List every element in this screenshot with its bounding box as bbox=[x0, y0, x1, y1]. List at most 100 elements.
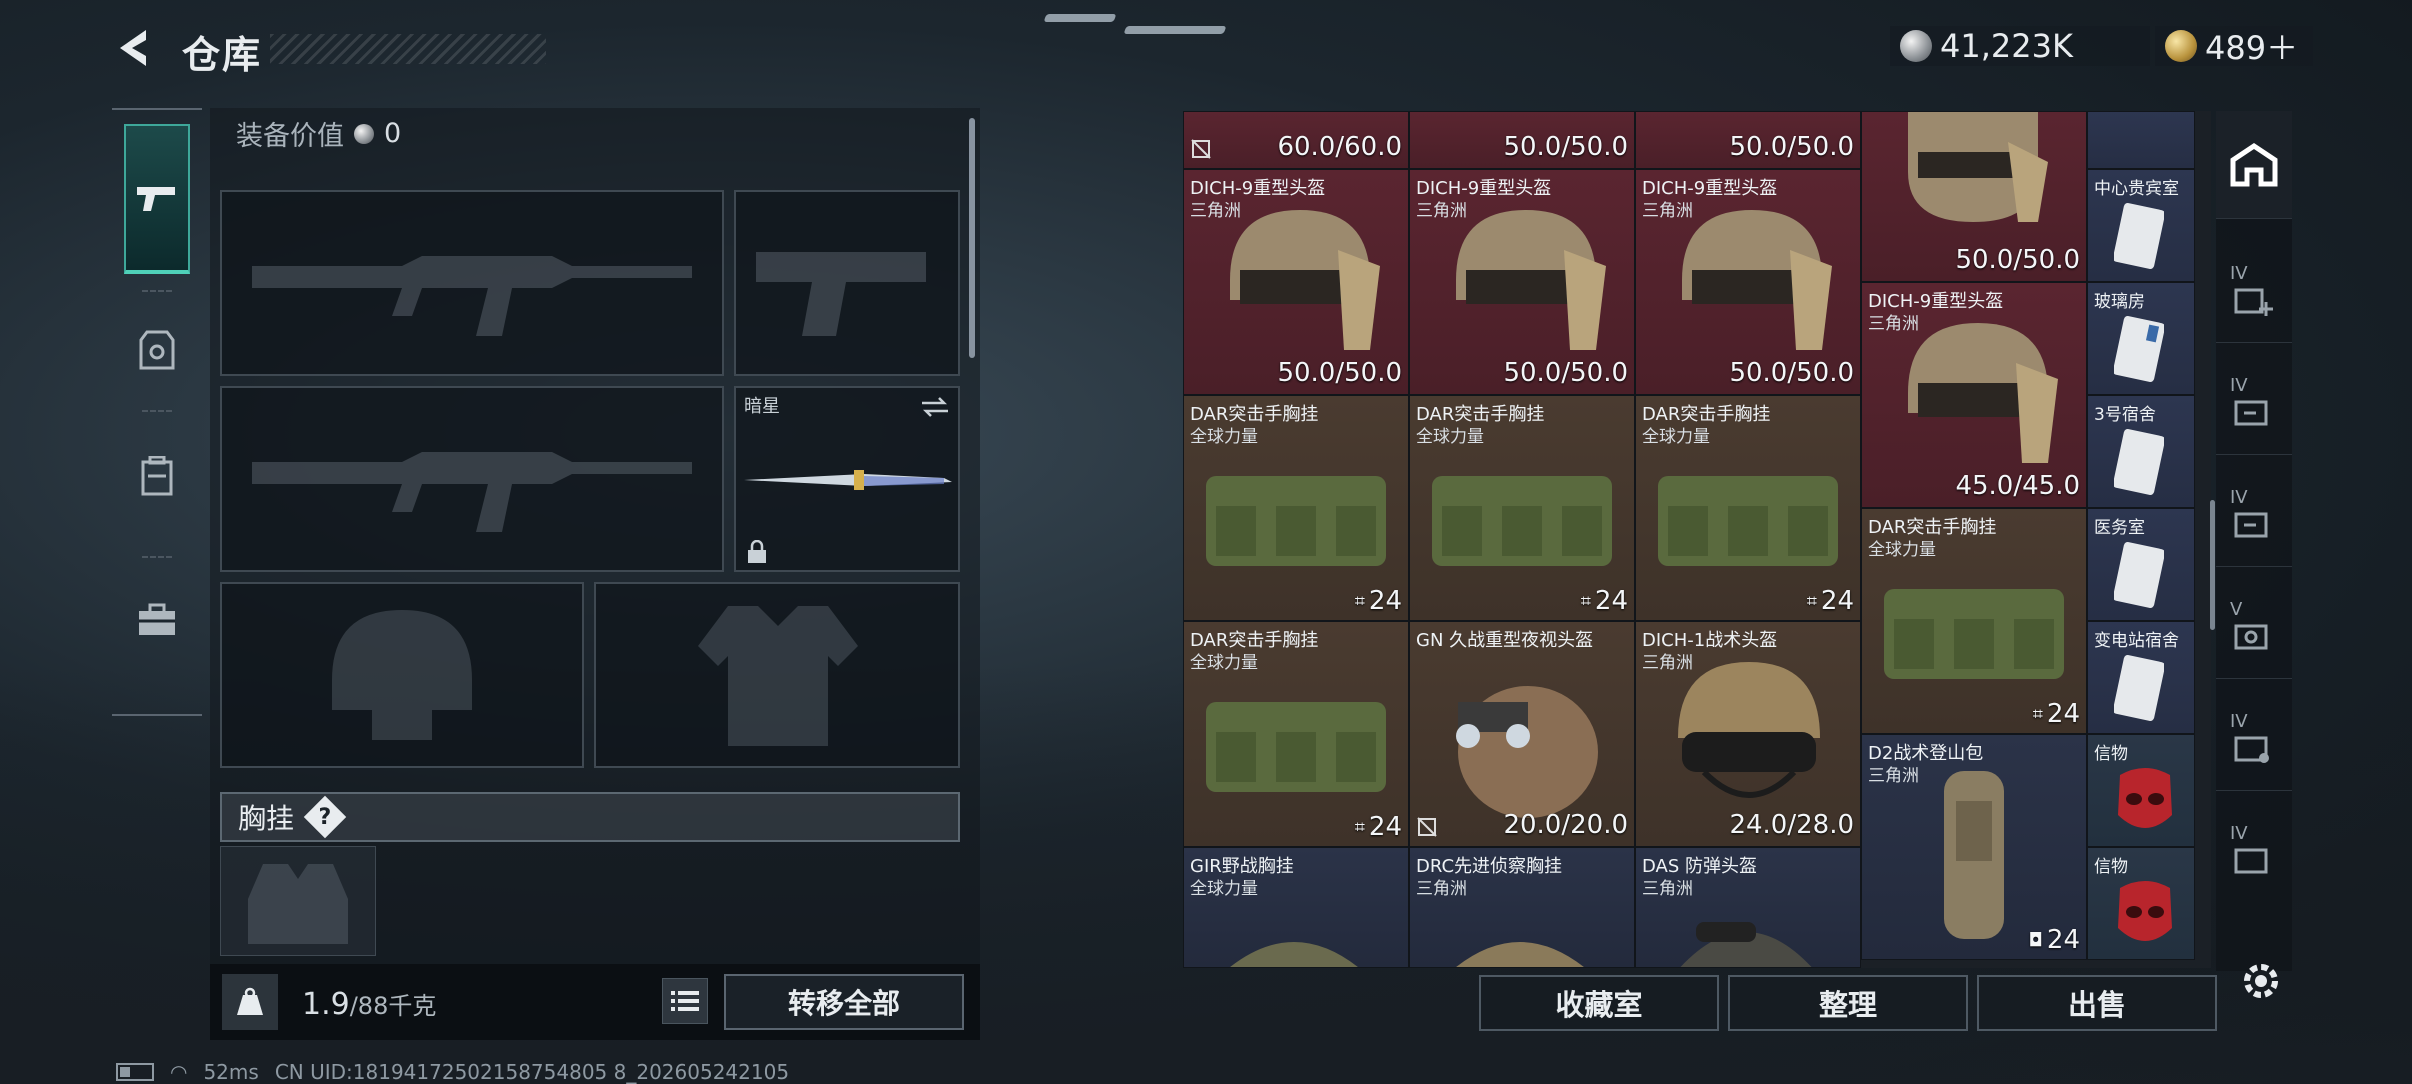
stash-key[interactable]: 中心贵宾室 bbox=[2087, 169, 2195, 282]
tab-stash-iv-add[interactable]: IV bbox=[2216, 243, 2292, 343]
gold-currency[interactable]: 489＋ bbox=[2155, 26, 2313, 67]
list-view-button[interactable] bbox=[662, 978, 708, 1024]
nav-weapons[interactable] bbox=[124, 124, 190, 274]
stash-item-helmet[interactable]: GN 久战重型夜视头盔 20.0/20.0 bbox=[1409, 621, 1635, 847]
weight-max: /88千克 bbox=[349, 992, 437, 1020]
stash-item-rig[interactable]: DAR突击手胸挂 全球力量 ⌗ 24 bbox=[1183, 395, 1409, 621]
durability: 50.0/50.0 bbox=[1503, 132, 1628, 162]
tab-stash-iv-3[interactable]: IV bbox=[2216, 467, 2292, 567]
tier-label: IV bbox=[2230, 823, 2248, 844]
chest-rig-icon bbox=[1658, 476, 1838, 566]
uid-text: CN UID:18194172502158754805 8_2026052421… bbox=[274, 1060, 790, 1084]
transfer-all-button[interactable]: 转移全部 bbox=[724, 974, 964, 1030]
stash-item-rig[interactable]: DAR突击手胸挂 全球力量 ⌗ 24 bbox=[1635, 395, 1861, 621]
tier-label: IV bbox=[2230, 487, 2248, 508]
stash-item-helmet[interactable]: DICH-9重型头盔 三角洲 50.0/50.0 bbox=[1409, 169, 1635, 395]
rifle-silhouette-icon bbox=[252, 452, 692, 532]
back-arrow-icon[interactable] bbox=[112, 26, 156, 70]
stash-item[interactable]: 60.0/60.0 bbox=[1183, 111, 1409, 169]
stash-home-icon bbox=[2230, 142, 2278, 186]
stash-key[interactable]: 3号宿舍 bbox=[2087, 395, 2195, 508]
keycard-icon bbox=[2114, 542, 2164, 608]
help-icon[interactable]: ? bbox=[303, 795, 347, 839]
stash-key[interactable]: 玻璃房 bbox=[2087, 282, 2195, 395]
settings-gear-icon[interactable] bbox=[2236, 956, 2286, 1006]
stash-box-icon bbox=[2234, 400, 2268, 425]
silver-currency[interactable]: 41,223K bbox=[1890, 26, 2150, 66]
stash-item-rig[interactable]: GIR野战胸挂 全球力量 bbox=[1183, 847, 1409, 968]
gold-amount: 489＋ bbox=[2205, 29, 2299, 67]
key-name: 医务室 bbox=[2094, 518, 2145, 538]
stash-token[interactable]: 信物 bbox=[2087, 734, 2195, 847]
helmet-icon bbox=[1456, 210, 1606, 350]
helmet-silhouette-icon bbox=[332, 610, 472, 740]
weight-bar: 1.9/88千克 转移全部 bbox=[210, 964, 980, 1040]
pistol-slot[interactable] bbox=[734, 190, 960, 376]
tab-stash-iv-5[interactable]: IV bbox=[2216, 803, 2292, 903]
stash-item-rig[interactable]: DAR突击手胸挂 全球力量 ⌗ 24 bbox=[1409, 395, 1635, 621]
left-category-nav bbox=[112, 108, 202, 716]
nav-case[interactable] bbox=[124, 570, 190, 670]
stash-grid: 60.0/60.0 50.0/50.0 50.0/50.0 50.0/50.0 … bbox=[1183, 111, 2211, 968]
stash-item-helmet[interactable]: DAS 防弹头盔 三角洲 bbox=[1635, 847, 1861, 968]
chest-rig-icon bbox=[1456, 942, 1584, 967]
chest-rig-icon bbox=[1230, 942, 1358, 967]
durability: 50.0/50.0 bbox=[1277, 358, 1402, 388]
ceiling-light bbox=[1043, 14, 1117, 22]
tier-label: IV bbox=[2230, 263, 2248, 284]
stash-item-helmet[interactable]: DICH-9重型头盔 三角洲 45.0/45.0 bbox=[1861, 282, 2087, 508]
capacity: ◘ 24 bbox=[2028, 925, 2080, 955]
stash-item-helmet[interactable]: DICH-1战术头盔 三角洲 24.0/28.0 bbox=[1635, 621, 1861, 847]
silver-coin-icon bbox=[354, 123, 374, 144]
wifi-icon: ◠ bbox=[170, 1060, 188, 1084]
swap-icon[interactable] bbox=[920, 396, 950, 418]
nav-backpack[interactable] bbox=[124, 426, 190, 526]
stash-item[interactable]: 50.0/50.0 bbox=[1635, 111, 1861, 169]
durability: 60.0/60.0 bbox=[1277, 132, 1402, 162]
stash-key[interactable] bbox=[2087, 111, 2195, 169]
chest-rig-icon bbox=[1206, 476, 1386, 566]
chest-rig-slot[interactable] bbox=[220, 846, 376, 956]
silver-coin-icon bbox=[1900, 30, 1932, 62]
stash-item[interactable]: 50.0/50.0 bbox=[1409, 111, 1635, 169]
collection-room-button[interactable]: 收藏室 bbox=[1479, 975, 1719, 1031]
pistol-icon bbox=[137, 187, 175, 211]
stash-item-backpack[interactable]: D2战术登山包 三角洲 ◘ 24 bbox=[1861, 734, 2087, 960]
nav-divider bbox=[142, 410, 172, 412]
key-name: 3号宿舍 bbox=[2094, 405, 2156, 425]
token-name: 信物 bbox=[2094, 857, 2128, 877]
helmet-icon bbox=[1230, 210, 1380, 350]
stash-key[interactable]: 变电站宿舍 bbox=[2087, 621, 2195, 734]
tab-all-stash[interactable] bbox=[2216, 111, 2292, 219]
stash-key[interactable]: 医务室 bbox=[2087, 508, 2195, 621]
tab-stash-v[interactable]: V bbox=[2216, 579, 2292, 679]
melee-slot[interactable]: 暗星 bbox=[734, 386, 960, 572]
tab-stash-iv-4[interactable]: IV bbox=[2216, 691, 2292, 791]
loadout-scrollbar[interactable] bbox=[969, 118, 975, 358]
sell-button[interactable]: 出售 bbox=[1977, 975, 2217, 1031]
nav-divider bbox=[142, 290, 172, 292]
item-brand: 三角洲 bbox=[1416, 879, 1467, 899]
nav-armor[interactable] bbox=[124, 300, 190, 400]
helmet-slot[interactable] bbox=[220, 582, 584, 768]
stash-item-rig[interactable]: DAR突击手胸挂 全球力量 ⌗ 24 bbox=[1861, 508, 2087, 734]
stash-item-helmet[interactable]: DICH-9重型头盔 三角洲 50.0/50.0 bbox=[1635, 169, 1861, 395]
tactical-helmet-icon bbox=[1678, 662, 1820, 798]
equipment-value: 装备价值 0 bbox=[236, 114, 401, 153]
stash-scrollbar[interactable] bbox=[2210, 500, 2215, 630]
armor-icon bbox=[139, 330, 175, 370]
capacity-icon: ⌗ bbox=[1580, 590, 1591, 612]
primary-weapon-slot[interactable] bbox=[220, 190, 724, 376]
sort-button[interactable]: 整理 bbox=[1728, 975, 1968, 1031]
list-icon bbox=[671, 991, 699, 1011]
body-armor-slot[interactable] bbox=[594, 582, 960, 768]
stash-item-helmet[interactable]: 50.0/50.0 bbox=[1861, 111, 2087, 282]
tab-stash-iv-2[interactable]: IV bbox=[2216, 355, 2292, 455]
stash-token[interactable]: 信物 bbox=[2087, 847, 2195, 960]
stash-item-helmet[interactable]: DICH-9重型头盔 三角洲 50.0/50.0 bbox=[1183, 169, 1409, 395]
secondary-weapon-slot[interactable] bbox=[220, 386, 724, 572]
stash-item-rig[interactable]: DRC先进侦察胸挂 三角洲 bbox=[1409, 847, 1635, 968]
stash-item-rig[interactable]: DAR突击手胸挂 全球力量 ⌗ 24 bbox=[1183, 621, 1409, 847]
red-mask-icon bbox=[2118, 881, 2172, 941]
key-name: 变电站宿舍 bbox=[2094, 631, 2179, 651]
